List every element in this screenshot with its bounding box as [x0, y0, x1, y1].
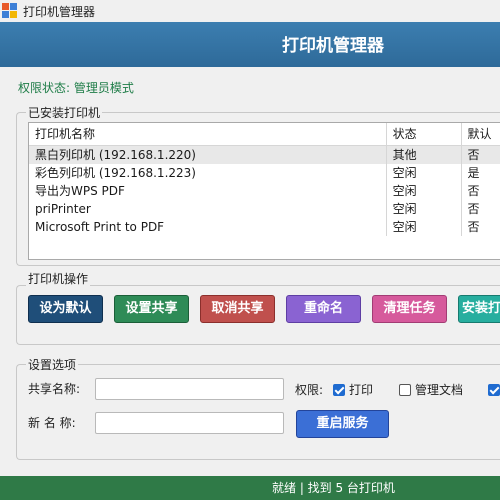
- table-header: 打印机名称 状态 默认: [29, 123, 500, 146]
- printer-name-cell: priPrinter: [29, 200, 387, 218]
- printer-name-cell: 彩色列印机 (192.168.1.223): [29, 164, 387, 182]
- install-printer-button[interactable]: 安装打: [458, 295, 500, 323]
- print-permission-checkbox[interactable]: [333, 384, 345, 396]
- new-name-label: 新 名 称:: [28, 416, 76, 430]
- printer-default-cell: 否: [467, 220, 480, 234]
- header-banner: 打印机管理器: [0, 22, 500, 67]
- printer-status-cell: 空闲: [387, 164, 462, 182]
- clear-tasks-button[interactable]: 清理任务: [372, 295, 447, 323]
- settings-title: 设置选项: [26, 356, 79, 373]
- printer-status-cell: 空闲: [387, 218, 462, 236]
- printer-ops-buttons: 设为默认 设置共享 取消共享 重命名 清理任务 安装打: [0, 295, 500, 325]
- permissions-label: 权限:: [295, 383, 324, 397]
- table-body: 黑白列印机 (192.168.1.220) 其他否彩色列印机 (192.168.1…: [29, 146, 500, 236]
- status-text: 就绪 | 找到 5 台打印机: [272, 481, 395, 495]
- page-title: 打印机管理器: [282, 36, 384, 56]
- table-row[interactable]: 黑白列印机 (192.168.1.220) 其他否: [29, 146, 500, 164]
- app-icon: [2, 3, 17, 18]
- share-name-label: 共享名称:: [28, 382, 81, 396]
- printer-default-cell: 否: [467, 202, 480, 216]
- installed-printers-title: 已安装打印机: [26, 104, 103, 121]
- column-header-status[interactable]: 状态: [387, 123, 462, 145]
- printer-table[interactable]: 打印机名称 状态 默认 黑白列印机 (192.168.1.220) 其他否彩色列印…: [28, 122, 500, 260]
- table-row[interactable]: Microsoft Print to PDF 空闲否: [29, 218, 500, 236]
- window-titlebar: 打印机管理器: [0, 0, 500, 22]
- permission-status: 权限状态: 管理员模式: [18, 81, 134, 95]
- new-name-input[interactable]: [95, 412, 284, 434]
- printer-status-cell: 空闲: [387, 182, 462, 200]
- printer-name-cell: 导出为WPS PDF: [29, 182, 387, 200]
- window-title: 打印机管理器: [23, 5, 96, 19]
- set-share-button[interactable]: 设置共享: [114, 295, 189, 323]
- table-row[interactable]: 导出为WPS PDF 空闲否: [29, 182, 500, 200]
- manage-docs-permission-label: 管理文档: [415, 383, 464, 397]
- table-row[interactable]: priPrinter 空闲否: [29, 200, 500, 218]
- status-bar: 就绪 | 找到 5 台打印机: [0, 476, 500, 500]
- printer-status-cell: 空闲: [387, 200, 462, 218]
- restart-service-button[interactable]: 重启服务: [296, 410, 389, 438]
- printer-status-cell: 其他: [387, 146, 462, 164]
- column-header-default[interactable]: 默认: [462, 123, 500, 145]
- printer-default-cell: 否: [467, 184, 480, 198]
- printer-ops-title: 打印机操作: [26, 270, 91, 287]
- share-name-input[interactable]: [95, 378, 284, 400]
- manage-docs-permission-checkbox[interactable]: [399, 384, 411, 396]
- printer-default-cell: 否: [467, 148, 480, 162]
- third-permission-checkbox[interactable]: [488, 384, 500, 396]
- printer-default-cell: 是: [467, 166, 480, 180]
- print-permission-label: 打印: [349, 383, 374, 397]
- rename-button[interactable]: 重命名: [286, 295, 361, 323]
- set-default-button[interactable]: 设为默认: [28, 295, 103, 323]
- printer-name-cell: Microsoft Print to PDF: [29, 218, 387, 236]
- table-row[interactable]: 彩色列印机 (192.168.1.223) 空闲是: [29, 164, 500, 182]
- column-header-name[interactable]: 打印机名称: [29, 123, 387, 145]
- printer-name-cell: 黑白列印机 (192.168.1.220): [29, 146, 387, 164]
- cancel-share-button[interactable]: 取消共享: [200, 295, 275, 323]
